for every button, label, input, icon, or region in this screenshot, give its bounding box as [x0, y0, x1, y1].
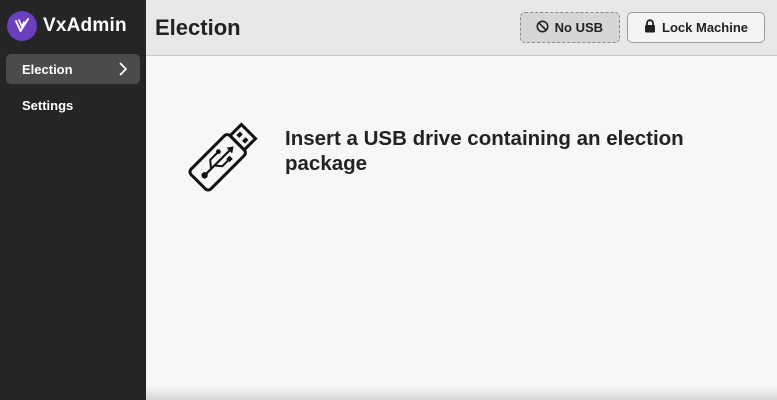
page-title: Election: [155, 14, 241, 40]
lock-machine-button[interactable]: Lock Machine: [627, 12, 765, 43]
header-actions: No USB Lock Machine: [519, 12, 765, 43]
app-name: VxAdmin: [43, 15, 127, 36]
sidebar-nav: Election Settings: [0, 52, 146, 120]
bottom-divider: [146, 386, 777, 400]
usb-prompt-message: Insert a USB drive containing an electio…: [285, 127, 684, 175]
page-header: Election No USB Lock Machine: [146, 0, 777, 56]
brand: VxAdmin: [0, 0, 146, 52]
no-usb-icon: [536, 20, 549, 36]
sidebar: VxAdmin Election Settings: [0, 0, 146, 400]
sidebar-item-election[interactable]: Election: [6, 54, 140, 84]
app-root: VxAdmin Election Settings Election No US…: [0, 0, 777, 400]
usb-button-label: No USB: [554, 20, 604, 35]
sidebar-item-label: Settings: [22, 97, 74, 113]
sidebar-item-settings[interactable]: Settings: [6, 90, 140, 120]
main-content: Insert a USB drive containing an electio…: [146, 56, 777, 400]
usb-status-button[interactable]: No USB: [519, 12, 621, 43]
main-area: Election No USB Lock Machine Insert a US…: [146, 0, 777, 400]
chevron-right-icon: [118, 62, 128, 76]
vx-logo-icon: [7, 11, 37, 41]
usb-drive-icon: [178, 112, 268, 202]
lock-icon: [644, 19, 656, 36]
lock-button-label: Lock Machine: [662, 20, 748, 35]
sidebar-item-label: Election: [22, 61, 73, 77]
usb-prompt: Insert a USB drive containing an electio…: [178, 112, 715, 202]
